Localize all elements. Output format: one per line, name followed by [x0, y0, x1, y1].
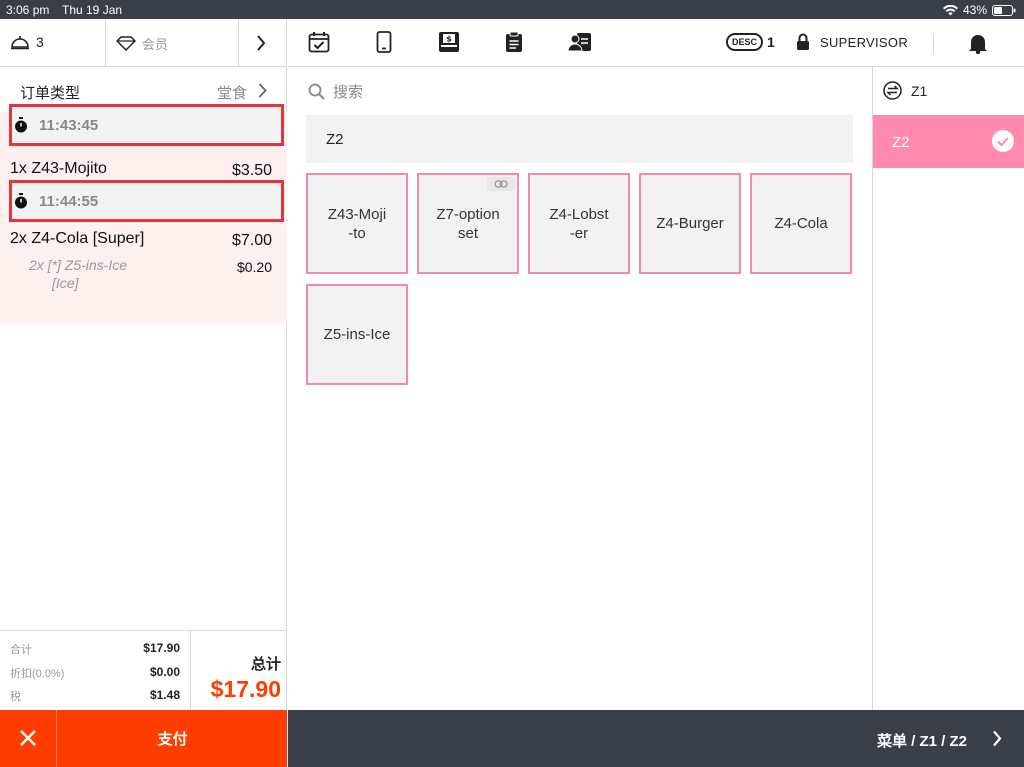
tax-row: 税 $1.48 — [10, 688, 180, 704]
chevron-right-icon — [258, 83, 267, 98]
product-tile[interactable]: Z43-Moji -to — [306, 173, 408, 274]
desc-count: 1 — [767, 34, 775, 50]
modifier-note: [Ice] — [52, 275, 79, 291]
calendar-check-icon[interactable] — [308, 31, 330, 53]
modifier-name: 2x [*] Z5-ins-Ice — [29, 257, 128, 273]
subtotal-label: 合计 — [10, 644, 32, 656]
order-item-price: $3.50 — [231, 162, 272, 179]
diamond-icon — [116, 36, 136, 51]
stopwatch-icon — [14, 193, 28, 209]
cancel-order-button[interactable] — [0, 710, 57, 767]
svg-text:$: $ — [446, 35, 452, 44]
status-bar: 3:06 pm Thu 19 Jan 43% — [0, 0, 1024, 19]
order-type-value: 堂食 — [217, 85, 248, 102]
pay-button[interactable]: 支付 — [58, 710, 287, 767]
modifier-price: $0.20 — [236, 259, 272, 275]
search-icon — [308, 83, 325, 100]
subtotal-row: 合计 $17.90 — [10, 641, 180, 657]
order-item-price: $7.00 — [231, 232, 272, 249]
order-panel: 3 会员 订单类型 堂食 11:43:45 1x Z43-Mojito $3.5… — [0, 19, 287, 767]
wifi-icon — [942, 4, 958, 16]
guest-count-button[interactable]: 3 — [10, 34, 44, 50]
total-value: $17.90 — [210, 676, 281, 702]
product-tile[interactable]: Z5-ins-Ice — [306, 284, 408, 385]
grand-total: 总计 $17.90 — [190, 631, 287, 711]
lock-icon — [796, 33, 810, 51]
category-label: Z1 — [911, 83, 928, 99]
order-header: 3 会员 — [0, 19, 287, 67]
toolbar: $ DESC 1 SUPERVISOR — [288, 19, 1024, 67]
product-name: Z43-Moji -to — [327, 205, 387, 242]
member-label: 会员 — [142, 37, 169, 52]
timer-time: 11:44:55 — [39, 193, 99, 210]
category-item-selected[interactable]: Z2 — [873, 115, 1024, 168]
battery-percent: 43% — [962, 3, 987, 17]
product-name: Z4-Cola — [774, 215, 828, 232]
member-button[interactable]: 会员 — [116, 34, 168, 53]
totals-section: 合计 $17.90 折扣(0.0%) $0.00 税 $1.48 总计 $17.… — [0, 630, 287, 711]
product-name: Z4-Lobst -er — [549, 205, 609, 242]
bell-icon[interactable] — [968, 32, 988, 54]
close-icon — [19, 729, 37, 747]
product-tile[interactable]: Z4-Burger — [639, 173, 741, 274]
status-date: Thu 19 Jan — [62, 3, 123, 17]
product-name: Z7-option set — [436, 205, 500, 242]
cash-drawer-icon[interactable]: $ — [438, 31, 460, 53]
desc-badge: DESC — [726, 33, 764, 51]
discount-value: $0.00 — [149, 665, 180, 679]
subtotal-value: $17.90 — [143, 641, 180, 655]
product-name: Z5-ins-Ice — [323, 326, 391, 343]
order-ticket: 11:43:45 1x Z43-Mojito $3.50 11:44:55 2x… — [0, 104, 287, 323]
product-area: 搜索 Z2 Z43-Moji -to Z7-option set Z4-Lobs… — [288, 67, 872, 710]
stopwatch-icon — [14, 117, 28, 133]
category-item[interactable]: Z1 — [873, 67, 1024, 115]
clipboard-icon[interactable] — [505, 31, 523, 53]
breadcrumb-bar[interactable]: 菜单 / Z1 / Z2 — [288, 710, 1024, 767]
category-title-bar: Z2 — [306, 115, 853, 163]
user-role: SUPERVISOR — [820, 34, 909, 50]
order-actions: 支付 — [0, 710, 287, 767]
swap-icon — [883, 81, 902, 100]
search-input[interactable]: 搜索 — [306, 79, 606, 103]
tax-label: 税 — [10, 691, 21, 703]
breadcrumb: 菜单 / Z1 / Z2 — [876, 733, 967, 750]
order-item-name[interactable]: 2x Z4-Cola [Super] — [10, 230, 144, 248]
tablet-icon[interactable] — [376, 31, 392, 53]
battery-icon — [992, 4, 1016, 16]
product-tile[interactable]: Z7-option set — [417, 173, 519, 274]
search-placeholder: 搜索 — [333, 84, 364, 101]
course-timer[interactable]: 11:44:55 — [9, 180, 284, 222]
category-title: Z2 — [326, 131, 344, 148]
product-tile[interactable]: Z4-Lobst -er — [528, 173, 630, 274]
chevron-right-icon[interactable] — [992, 730, 1002, 747]
user-button[interactable]: SUPERVISOR — [796, 33, 908, 51]
guest-count: 3 — [36, 34, 44, 50]
order-type-label: 订单类型 — [20, 85, 81, 102]
discount-label: 折扣(0.0%) — [10, 668, 65, 680]
order-item-name[interactable]: 1x Z43-Mojito — [10, 160, 107, 178]
product-name: Z4-Burger — [656, 215, 724, 232]
customer-card-icon[interactable] — [568, 31, 592, 53]
timer-time: 11:43:45 — [39, 117, 99, 134]
total-label: 总计 — [250, 656, 281, 673]
check-circle-icon — [992, 130, 1014, 152]
product-tile[interactable]: Z4-Cola — [750, 173, 852, 274]
discount-row: 折扣(0.0%) $0.00 — [10, 665, 180, 681]
category-panel: Z1 Z2 — [872, 67, 1024, 710]
link-icon — [487, 177, 515, 191]
category-label: Z2 — [892, 134, 910, 151]
desc-filter[interactable]: DESC 1 — [726, 33, 775, 51]
chevron-right-icon[interactable] — [256, 35, 266, 51]
tax-value: $1.48 — [149, 688, 180, 702]
service-bell-icon — [10, 34, 30, 50]
course-timer[interactable]: 11:43:45 — [9, 104, 284, 146]
status-time: 3:06 pm — [6, 3, 50, 17]
